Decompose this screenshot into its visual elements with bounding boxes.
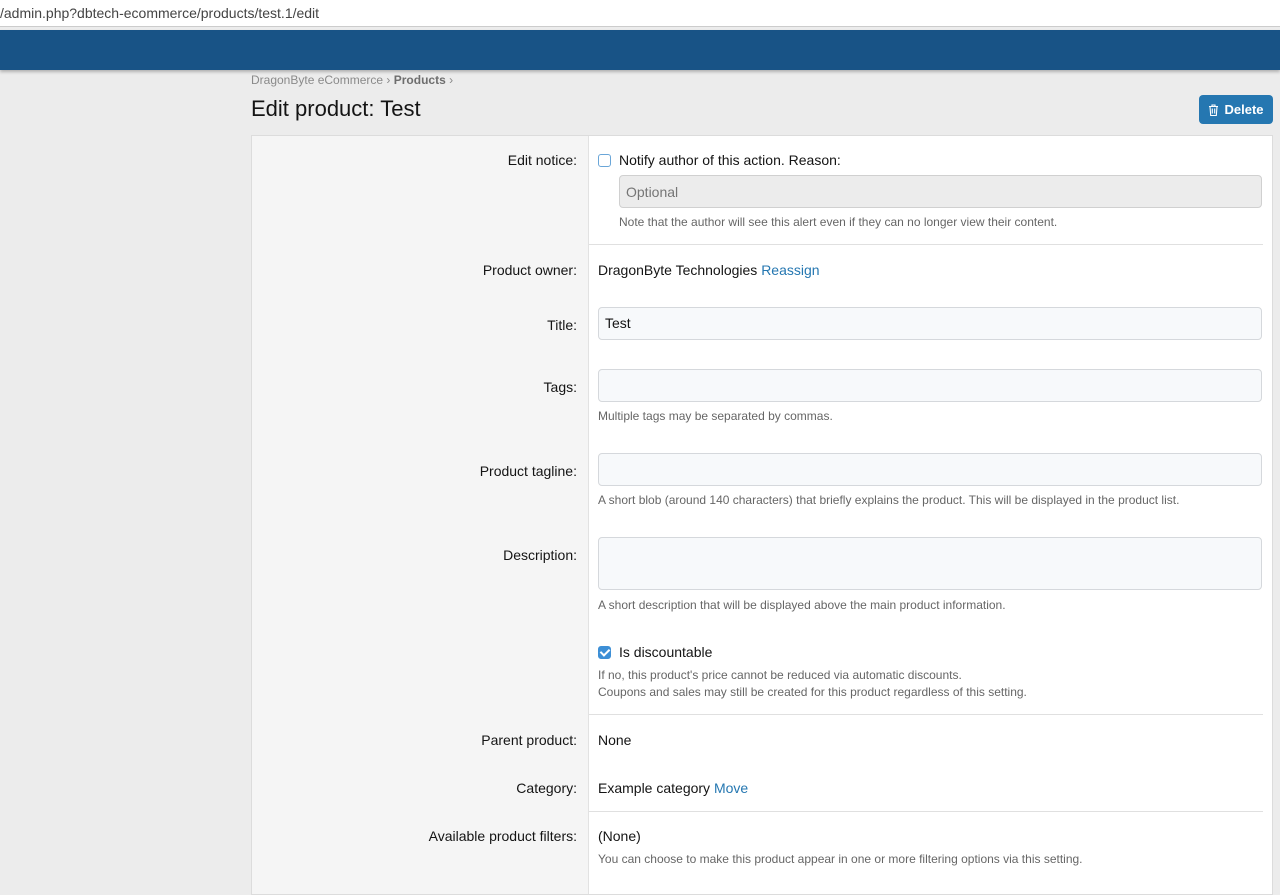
title-label: Title: (547, 317, 577, 333)
edit-notice-hint: Note that the author will see this alert… (619, 215, 1057, 229)
discountable-hint-2: Coupons and sales may still be created f… (598, 685, 1027, 699)
description-textarea[interactable] (598, 537, 1262, 590)
parent-label: Parent product: (481, 732, 577, 748)
admin-header (0, 30, 1280, 70)
category-value: Example category Move (598, 780, 748, 796)
filters-label: Available product filters: (429, 828, 577, 844)
discountable-label: Is discountable (619, 644, 712, 660)
owner-label: Product owner: (483, 262, 577, 278)
owner-value: DragonByte Technologies Reassign (598, 262, 820, 278)
divider (589, 244, 1263, 245)
url-text: /admin.php?dbtech-ecommerce/products/tes… (0, 5, 319, 21)
reassign-link[interactable]: Reassign (761, 262, 819, 278)
checkbox-icon[interactable] (598, 154, 611, 167)
description-hint: A short description that will be display… (598, 598, 1006, 612)
edit-notice-label: Edit notice: (508, 152, 577, 168)
tags-input[interactable] (598, 369, 1262, 402)
tags-hint: Multiple tags may be separated by commas… (598, 409, 833, 423)
reason-input[interactable] (619, 175, 1262, 208)
discountable-hint-1: If no, this product's price cannot be re… (598, 668, 962, 682)
tagline-input[interactable] (598, 453, 1262, 486)
parent-value: None (598, 732, 631, 748)
category-label: Category: (516, 780, 577, 796)
breadcrumb-products[interactable]: Products (394, 73, 446, 87)
address-bar[interactable]: /admin.php?dbtech-ecommerce/products/tes… (0, 0, 1280, 27)
notify-label: Notify author of this action. Reason: (619, 152, 841, 168)
delete-button[interactable]: Delete (1199, 95, 1273, 124)
divider (589, 714, 1263, 715)
title-input[interactable]: Test (598, 307, 1262, 340)
tags-label: Tags: (544, 379, 577, 395)
divider (589, 811, 1263, 812)
tagline-hint: A short blob (around 140 characters) tha… (598, 493, 1179, 507)
filters-value: (None) (598, 828, 641, 844)
tagline-label: Product tagline: (480, 463, 577, 479)
delete-label: Delete (1224, 102, 1263, 117)
breadcrumb: DragonByte eCommerce › Products › (251, 73, 453, 87)
category-name: Example category (598, 780, 710, 796)
edit-form: Edit notice: Notify author of this actio… (251, 135, 1273, 895)
owner-name: DragonByte Technologies (598, 262, 757, 278)
move-link[interactable]: Move (714, 780, 748, 796)
trash-icon (1208, 104, 1219, 116)
checkbox-checked-icon[interactable] (598, 646, 611, 659)
description-label: Description: (503, 547, 577, 563)
breadcrumb-ecommerce[interactable]: DragonByte eCommerce (251, 73, 383, 87)
notify-author-checkbox[interactable]: Notify author of this action. Reason: (598, 152, 841, 168)
filters-hint: You can choose to make this product appe… (598, 852, 1083, 866)
page-title: Edit product: Test (251, 96, 421, 122)
discountable-checkbox[interactable]: Is discountable (598, 644, 712, 660)
